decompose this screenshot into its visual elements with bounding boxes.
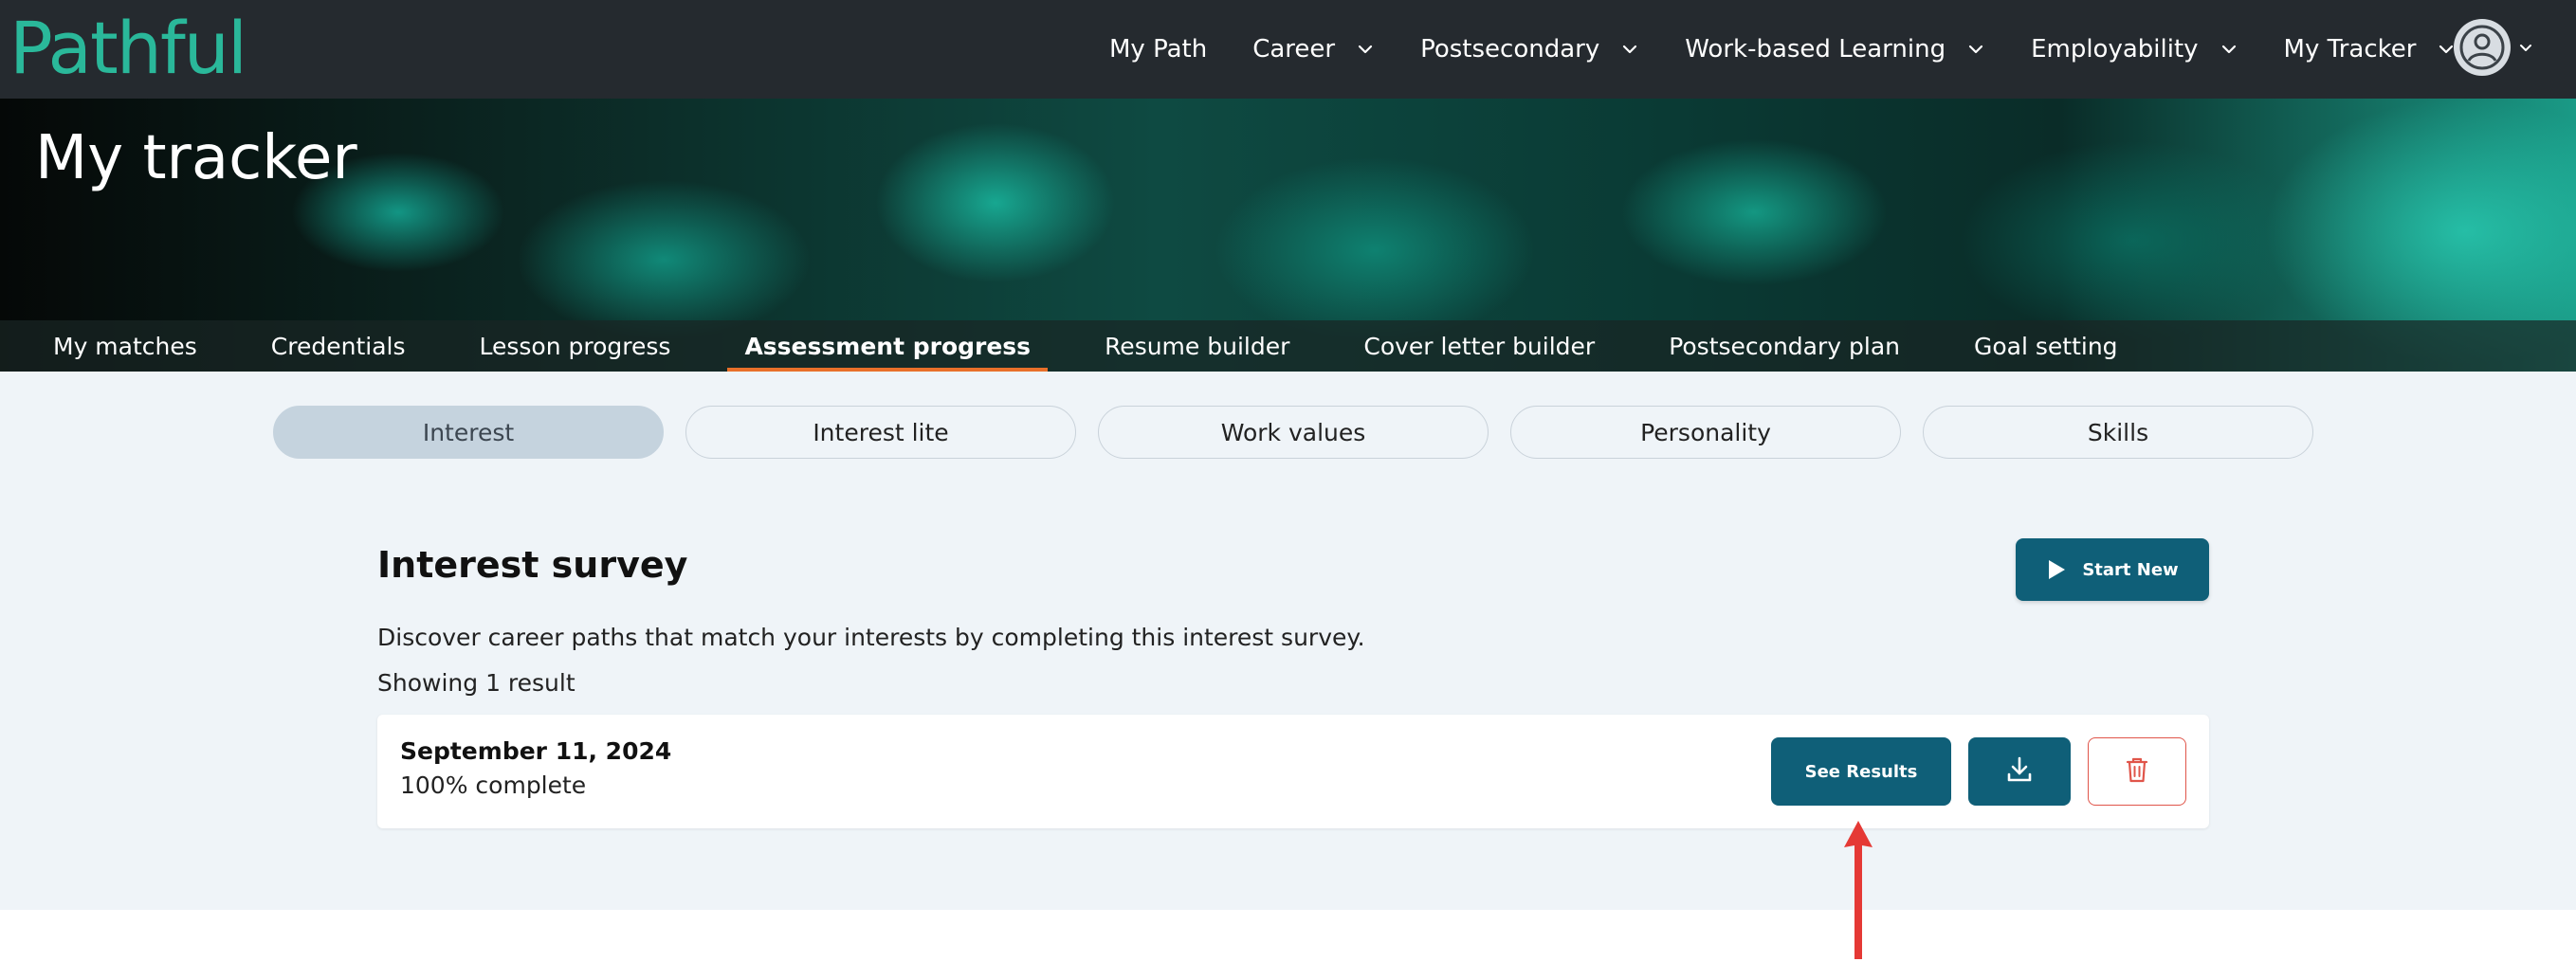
nav-item-label: Postsecondary xyxy=(1420,35,1600,64)
tab-personality[interactable]: Personality xyxy=(1510,406,1901,459)
tab-skills[interactable]: Skills xyxy=(1923,406,2313,459)
tab-interest[interactable]: Interest xyxy=(273,406,664,459)
play-icon xyxy=(2046,558,2067,581)
annotation-arrow xyxy=(1839,817,1877,962)
subnav-item-goal-setting[interactable]: Goal setting xyxy=(1957,320,2135,372)
result-count: Showing 1 result xyxy=(377,669,575,697)
subnav-item-assessment-progress[interactable]: Assessment progress xyxy=(727,320,1048,372)
chevron-down-icon xyxy=(2220,40,2238,59)
tab-work-values[interactable]: Work values xyxy=(1098,406,1489,459)
logo-text: Pathful xyxy=(9,5,247,90)
trash-icon xyxy=(2125,755,2149,788)
result-date: September 11, 2024 xyxy=(400,737,672,765)
user-circle-icon xyxy=(2454,19,2511,76)
nav-item-career[interactable]: Career xyxy=(1252,35,1375,64)
assessment-tabs: Interest Interest lite Work values Perso… xyxy=(273,406,2335,459)
subnav-item-resume-builder[interactable]: Resume builder xyxy=(1087,320,1306,372)
top-navbar: Pathful My Path Career Postsecondary Wor… xyxy=(0,0,2576,99)
nav-item-employability[interactable]: Employability xyxy=(2031,35,2238,64)
start-new-button[interactable]: Start New xyxy=(2016,538,2209,601)
user-menu[interactable] xyxy=(2454,19,2533,76)
subnav-item-cover-letter-builder[interactable]: Cover letter builder xyxy=(1346,320,1612,372)
survey-description: Discover career paths that match your in… xyxy=(377,624,1365,651)
hero-banner: My tracker My matches Credentials Lesson… xyxy=(0,99,2576,372)
pathful-logo[interactable]: Pathful xyxy=(9,2,247,93)
nav-item-label: Work-based Learning xyxy=(1685,35,1946,64)
chevron-down-icon xyxy=(1966,40,1985,59)
nav-item-my-path[interactable]: My Path xyxy=(1109,35,1207,64)
nav-item-label: My Tracker xyxy=(2283,35,2417,64)
result-status: 100% complete xyxy=(400,771,587,799)
delete-button[interactable] xyxy=(2088,737,2186,806)
nav-item-my-tracker[interactable]: My Tracker xyxy=(2284,35,2457,64)
tab-interest-lite[interactable]: Interest lite xyxy=(685,406,1076,459)
download-icon xyxy=(2005,755,2034,788)
nav-item-label: Career xyxy=(1252,35,1336,64)
nav-item-postsecondary[interactable]: Postsecondary xyxy=(1420,35,1639,64)
subnav-item-postsecondary-plan[interactable]: Postsecondary plan xyxy=(1652,320,1917,372)
tracker-subnav: My matches Credentials Lesson progress A… xyxy=(0,320,2576,372)
subnav-item-credentials[interactable]: Credentials xyxy=(254,320,423,372)
subnav-item-my-matches[interactable]: My matches xyxy=(36,320,214,372)
main-content: Interest Interest lite Work values Perso… xyxy=(0,372,2576,910)
start-new-label: Start New xyxy=(2082,559,2179,580)
main-nav: My Path Career Postsecondary Work-based … xyxy=(1109,0,2501,99)
survey-title: Interest survey xyxy=(377,544,688,586)
chevron-down-icon xyxy=(1620,40,1639,59)
chevron-down-icon xyxy=(1356,40,1375,59)
nav-item-work-based-learning[interactable]: Work-based Learning xyxy=(1685,35,1985,64)
chevron-down-icon xyxy=(2518,40,2533,55)
page-title: My tracker xyxy=(35,123,357,193)
see-results-label: See Results xyxy=(1804,761,1918,782)
result-card: September 11, 2024 100% complete See Res… xyxy=(377,715,2209,828)
subnav-item-lesson-progress[interactable]: Lesson progress xyxy=(463,320,688,372)
nav-item-label: Employability xyxy=(2031,35,2199,64)
nav-item-label: My Path xyxy=(1109,35,1208,64)
see-results-button[interactable]: See Results xyxy=(1771,737,1951,806)
download-button[interactable] xyxy=(1968,737,2071,806)
